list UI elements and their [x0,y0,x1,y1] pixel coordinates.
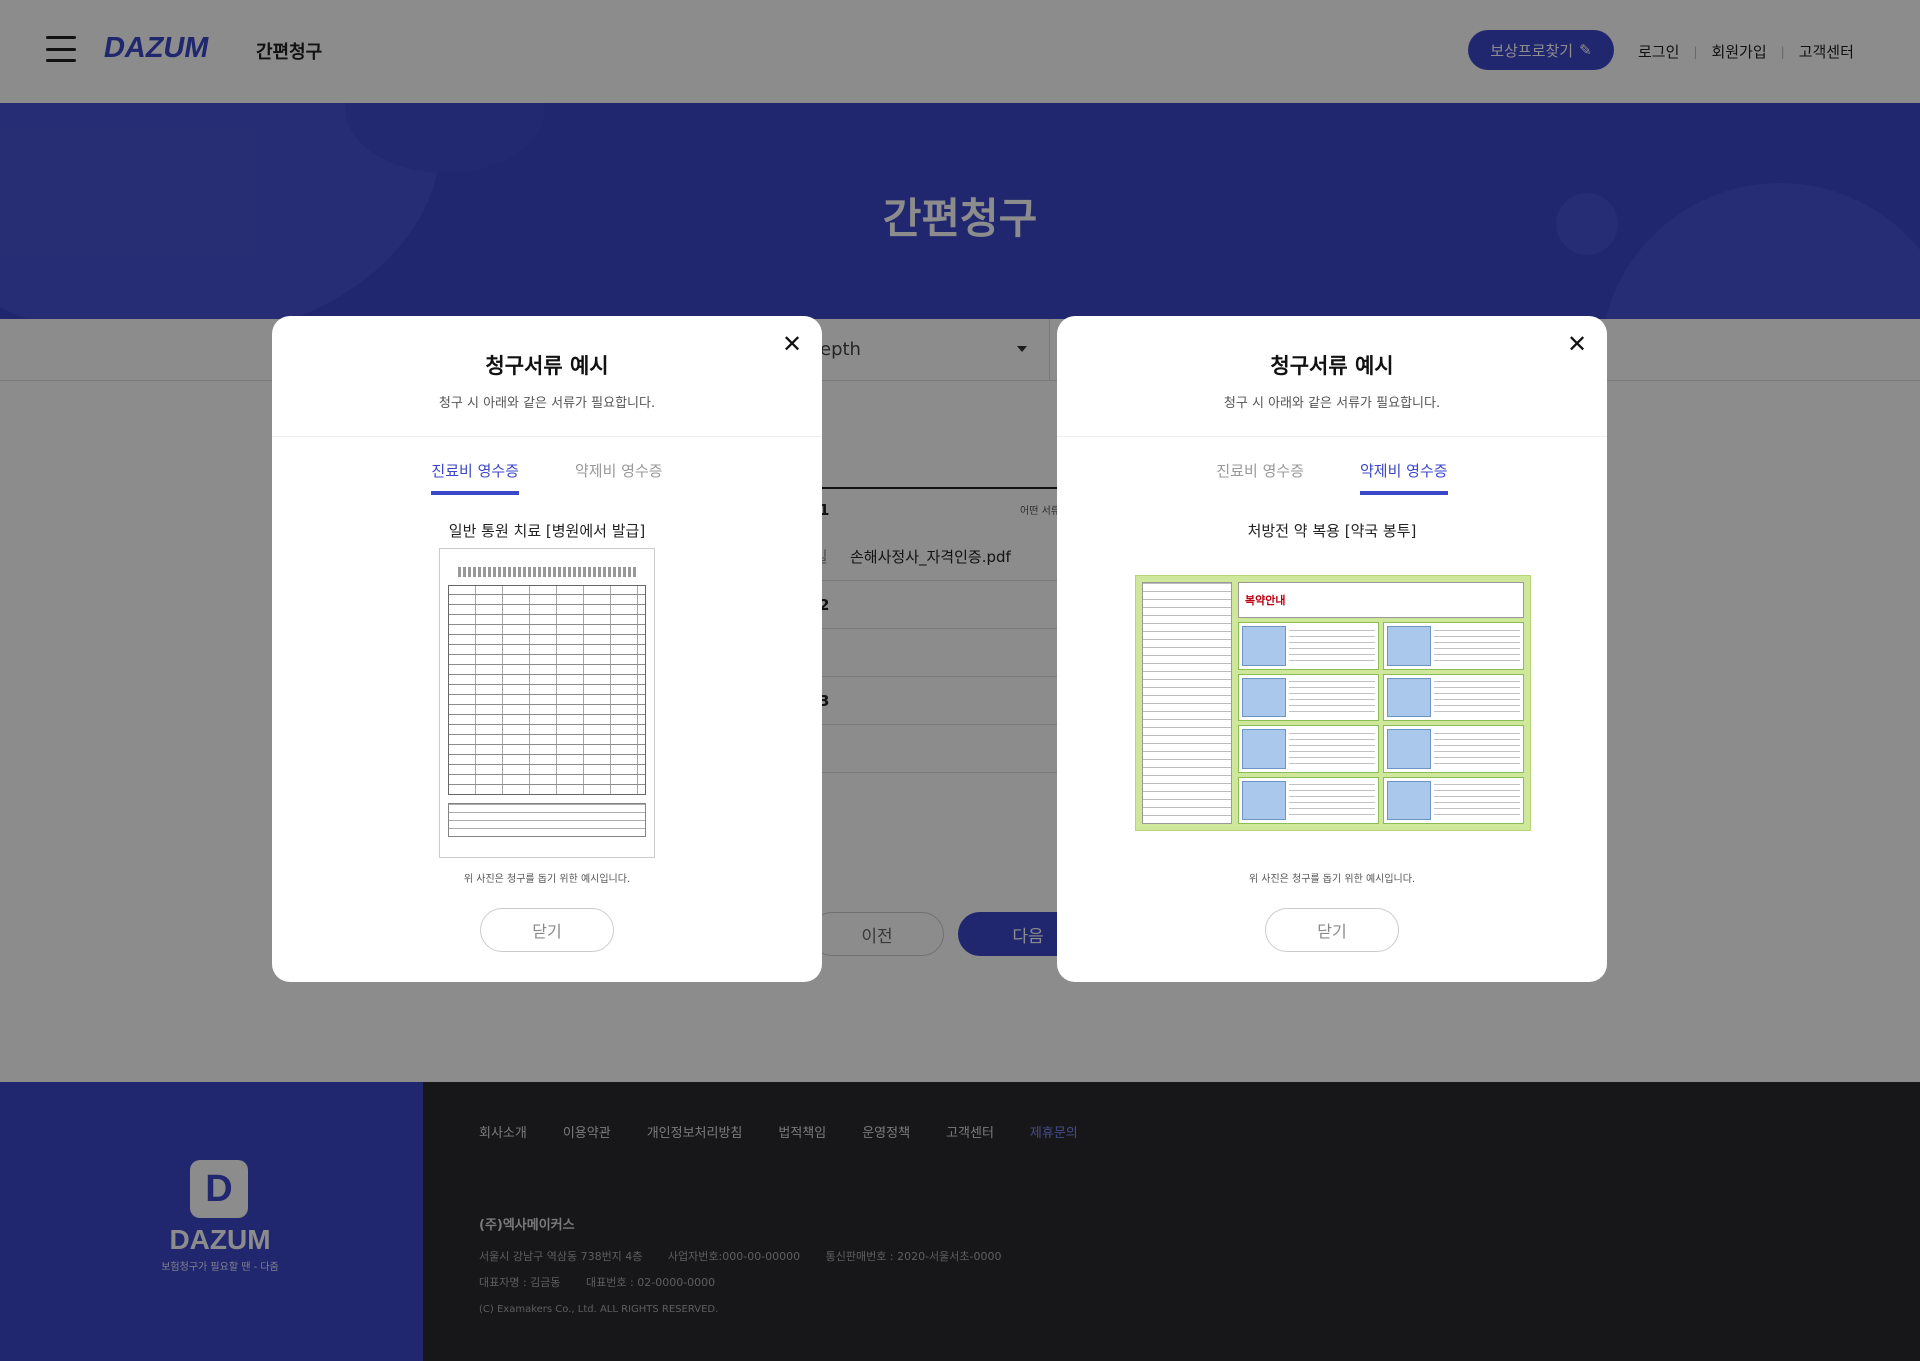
tab-medical-receipt[interactable]: 진료비 영수증 [431,460,519,495]
modal-subtitle: 청구 시 아래와 같은 서류가 필요합니다. [1223,396,1441,411]
close-button[interactable]: 닫기 [480,908,614,952]
claim-docs-modal-pharmacy: ✕ 청구서류 예시 청구 시 아래와 같은 서류가 필요합니다. 진료비 영수증… [1057,316,1607,982]
doc-tabs: 진료비 영수증 약제비 영수증 [272,460,822,495]
pharmacy-envelope-sample-image: 복약안내 [1135,575,1531,831]
image-heading: 복약안내 [1245,594,1286,607]
medical-receipt-sample-image [439,548,655,858]
doc-caption: 처방전 약 복용 [약국 봉투] [1247,522,1417,540]
divider [1057,436,1607,437]
tab-pharmacy-receipt[interactable]: 약제비 영수증 [1360,460,1448,495]
doc-note: 위 사진은 청구를 돕기 위한 예시입니다. [1248,874,1416,885]
modal-title: 청구서류 예시 [485,354,609,378]
modal-title: 청구서류 예시 [1270,354,1394,378]
claim-docs-modal-medical: ✕ 청구서류 예시 청구 시 아래와 같은 서류가 필요합니다. 진료비 영수증… [272,316,822,982]
close-button[interactable]: 닫기 [1265,908,1399,952]
doc-tabs: 진료비 영수증 약제비 영수증 [1057,460,1607,495]
modal-subtitle: 청구 시 아래와 같은 서류가 필요합니다. [438,396,656,411]
tab-pharmacy-receipt[interactable]: 약제비 영수증 [575,460,663,495]
tab-medical-receipt[interactable]: 진료비 영수증 [1216,460,1304,495]
divider [272,436,822,437]
doc-caption: 일반 통원 치료 [병원에서 발급] [448,522,646,540]
doc-note: 위 사진은 청구를 돕기 위한 예시입니다. [463,874,631,885]
